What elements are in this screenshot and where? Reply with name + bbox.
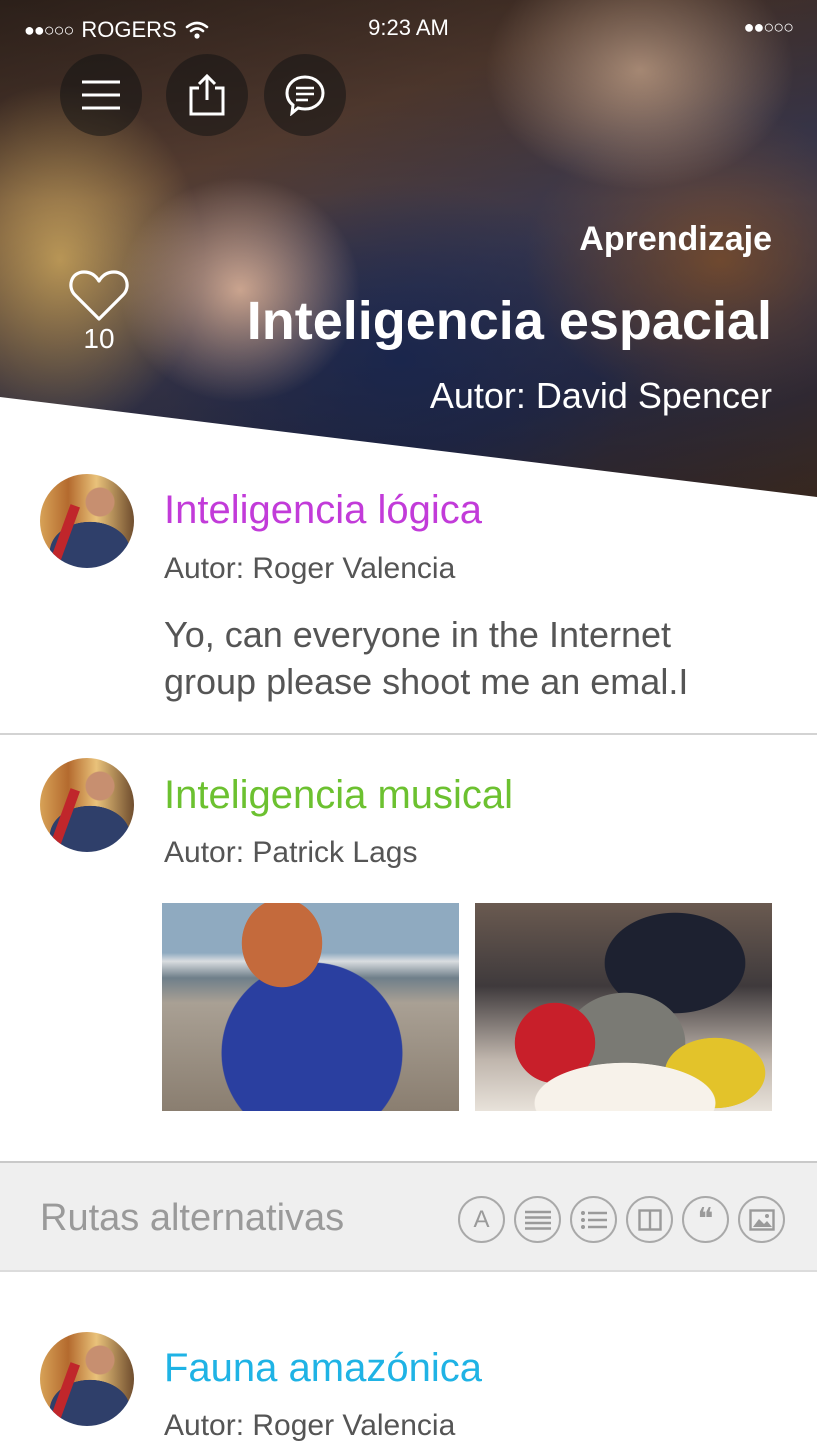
avatar[interactable] [40,474,134,568]
post-photo-crayons[interactable] [475,903,772,1111]
columns-icon[interactable] [626,1196,673,1243]
post-author: Autor: Patrick Lags [164,836,418,869]
quote-icon[interactable]: ❝ [682,1196,729,1243]
list-glyph [580,1210,607,1229]
image-icon[interactable] [738,1196,785,1243]
status-bar: ●●○○○ ROGERS 9:23 AM ●●○○○ [0,0,817,56]
post-body: Yo, can everyone in the Internet group p… [164,614,689,702]
text-icon[interactable]: A [458,1196,505,1243]
image-glyph [748,1208,775,1231]
post-title[interactable]: Fauna amazónica [164,1346,482,1391]
post-author: Autor: Roger Valencia [164,1409,456,1442]
menu-button[interactable] [60,54,142,136]
quote-icon-label: ❝ [697,1202,714,1237]
signal-strength-right: ●●○○○ [743,17,794,37]
share-icon [189,74,225,116]
paragraph-icon[interactable] [514,1196,561,1243]
heart-icon [69,270,129,321]
divider [0,733,817,735]
avatar[interactable] [40,1332,134,1426]
alternative-routes-filters: A ❝ [458,1196,785,1243]
columns-glyph [637,1208,662,1231]
chat-icon [285,75,325,116]
hero-category: Aprendizaje [579,220,772,258]
status-time: 9:23 AM [368,15,449,40]
like-button[interactable]: 10 [66,268,132,355]
paragraph-glyph [524,1210,551,1230]
menu-icon [82,80,120,110]
hero-author: Autor: David Spencer [429,375,772,416]
text-icon-label: A [473,1205,490,1233]
alternative-routes-bar: Rutas alternativas A ❝ [0,1161,817,1272]
share-button[interactable] [166,54,248,136]
alternative-routes-title: Rutas alternativas [40,1197,345,1239]
comments-button[interactable] [264,54,346,136]
hero-title: Inteligencia espacial [246,291,772,351]
list-icon[interactable] [570,1196,617,1243]
like-count: 10 [83,323,115,354]
avatar[interactable] [40,758,134,852]
post-author: Autor: Roger Valencia [164,552,456,585]
post-title[interactable]: Inteligencia musical [164,773,513,818]
post-photo-beach[interactable] [162,903,459,1111]
post-title[interactable]: Inteligencia lógica [164,488,482,533]
